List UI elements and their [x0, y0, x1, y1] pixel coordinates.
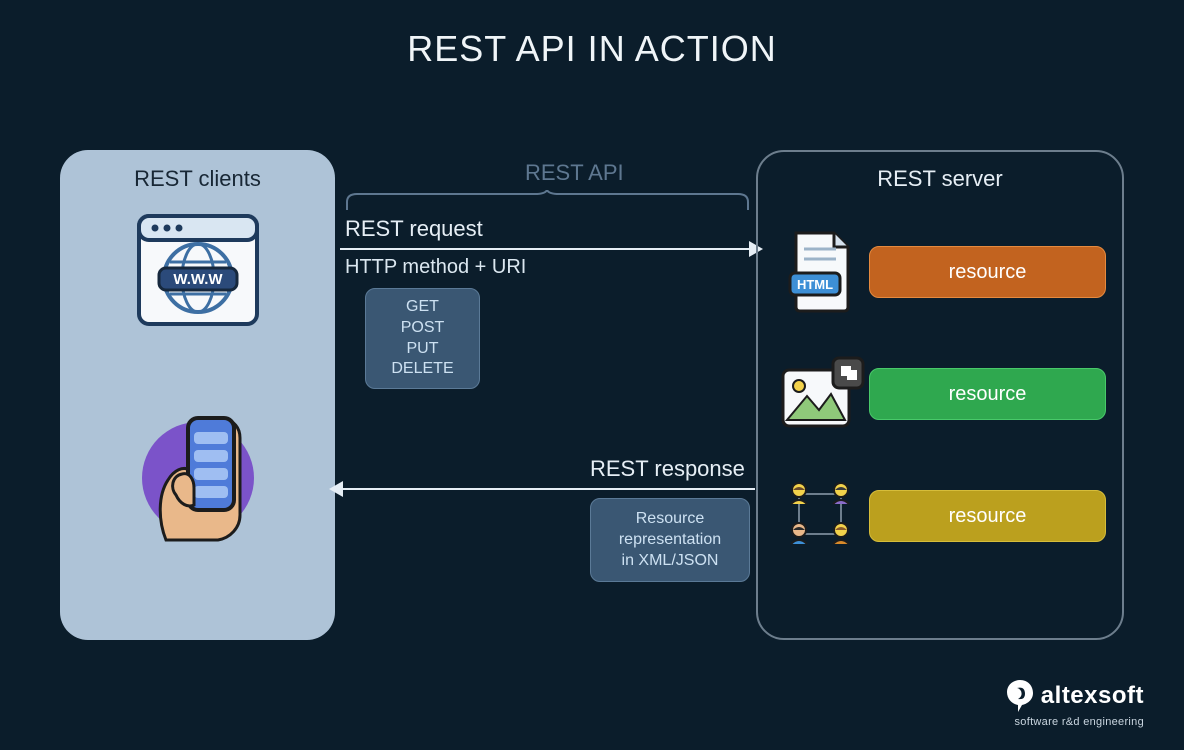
api-bracket [345, 190, 750, 212]
html-badge: HTML [796, 277, 832, 292]
resource-pill-green: resource [869, 368, 1106, 420]
response-line-2: representation [597, 530, 743, 551]
resource-row-html: HTML resource [774, 222, 1106, 322]
brand-tagline: software r&d engineering [1005, 716, 1144, 728]
response-box: Resource representation in XML/JSON [590, 498, 750, 582]
resource-row-image: resource [774, 344, 1106, 444]
resource-pill-olive: resource [869, 490, 1106, 542]
clients-title: REST clients [78, 166, 317, 192]
brand-logo: altexsoft software r&d engineering [1005, 678, 1144, 728]
request-label: REST request [345, 216, 483, 242]
http-methods-box: GET POST PUT DELETE [365, 288, 480, 389]
www-label: W.W.W [173, 271, 223, 288]
page-title: REST API IN ACTION [0, 0, 1184, 70]
hand-phone-icon [128, 400, 268, 550]
image-file-icon [779, 356, 865, 432]
diagram-stage: REST clients W.W.W REST API [0, 140, 1184, 680]
clients-card: REST clients W.W.W [60, 150, 335, 640]
server-card: REST server HTML resource [756, 150, 1124, 640]
method-put: PUT [370, 339, 475, 360]
resource-pill-orange: resource [869, 246, 1106, 298]
people-graph-icon [779, 476, 865, 556]
response-line-3: in XML/JSON [597, 551, 743, 572]
resource-row-people: resource [774, 466, 1106, 566]
rest-api-label: REST API [525, 160, 624, 186]
method-post: POST [370, 318, 475, 339]
request-subtitle: HTTP method + URI [345, 256, 526, 279]
browser-www-icon: W.W.W [133, 210, 263, 330]
html-file-icon: HTML [786, 229, 858, 315]
server-title: REST server [774, 166, 1106, 192]
response-label: REST response [590, 456, 745, 482]
request-arrow [340, 248, 755, 250]
response-line-1: Resource [597, 509, 743, 530]
method-delete: DELETE [370, 359, 475, 380]
response-arrow-head [329, 481, 343, 497]
brand-name: altexsoft [1041, 682, 1144, 710]
method-get: GET [370, 297, 475, 318]
brand-mark-icon [1005, 678, 1035, 714]
response-arrow [340, 488, 755, 490]
